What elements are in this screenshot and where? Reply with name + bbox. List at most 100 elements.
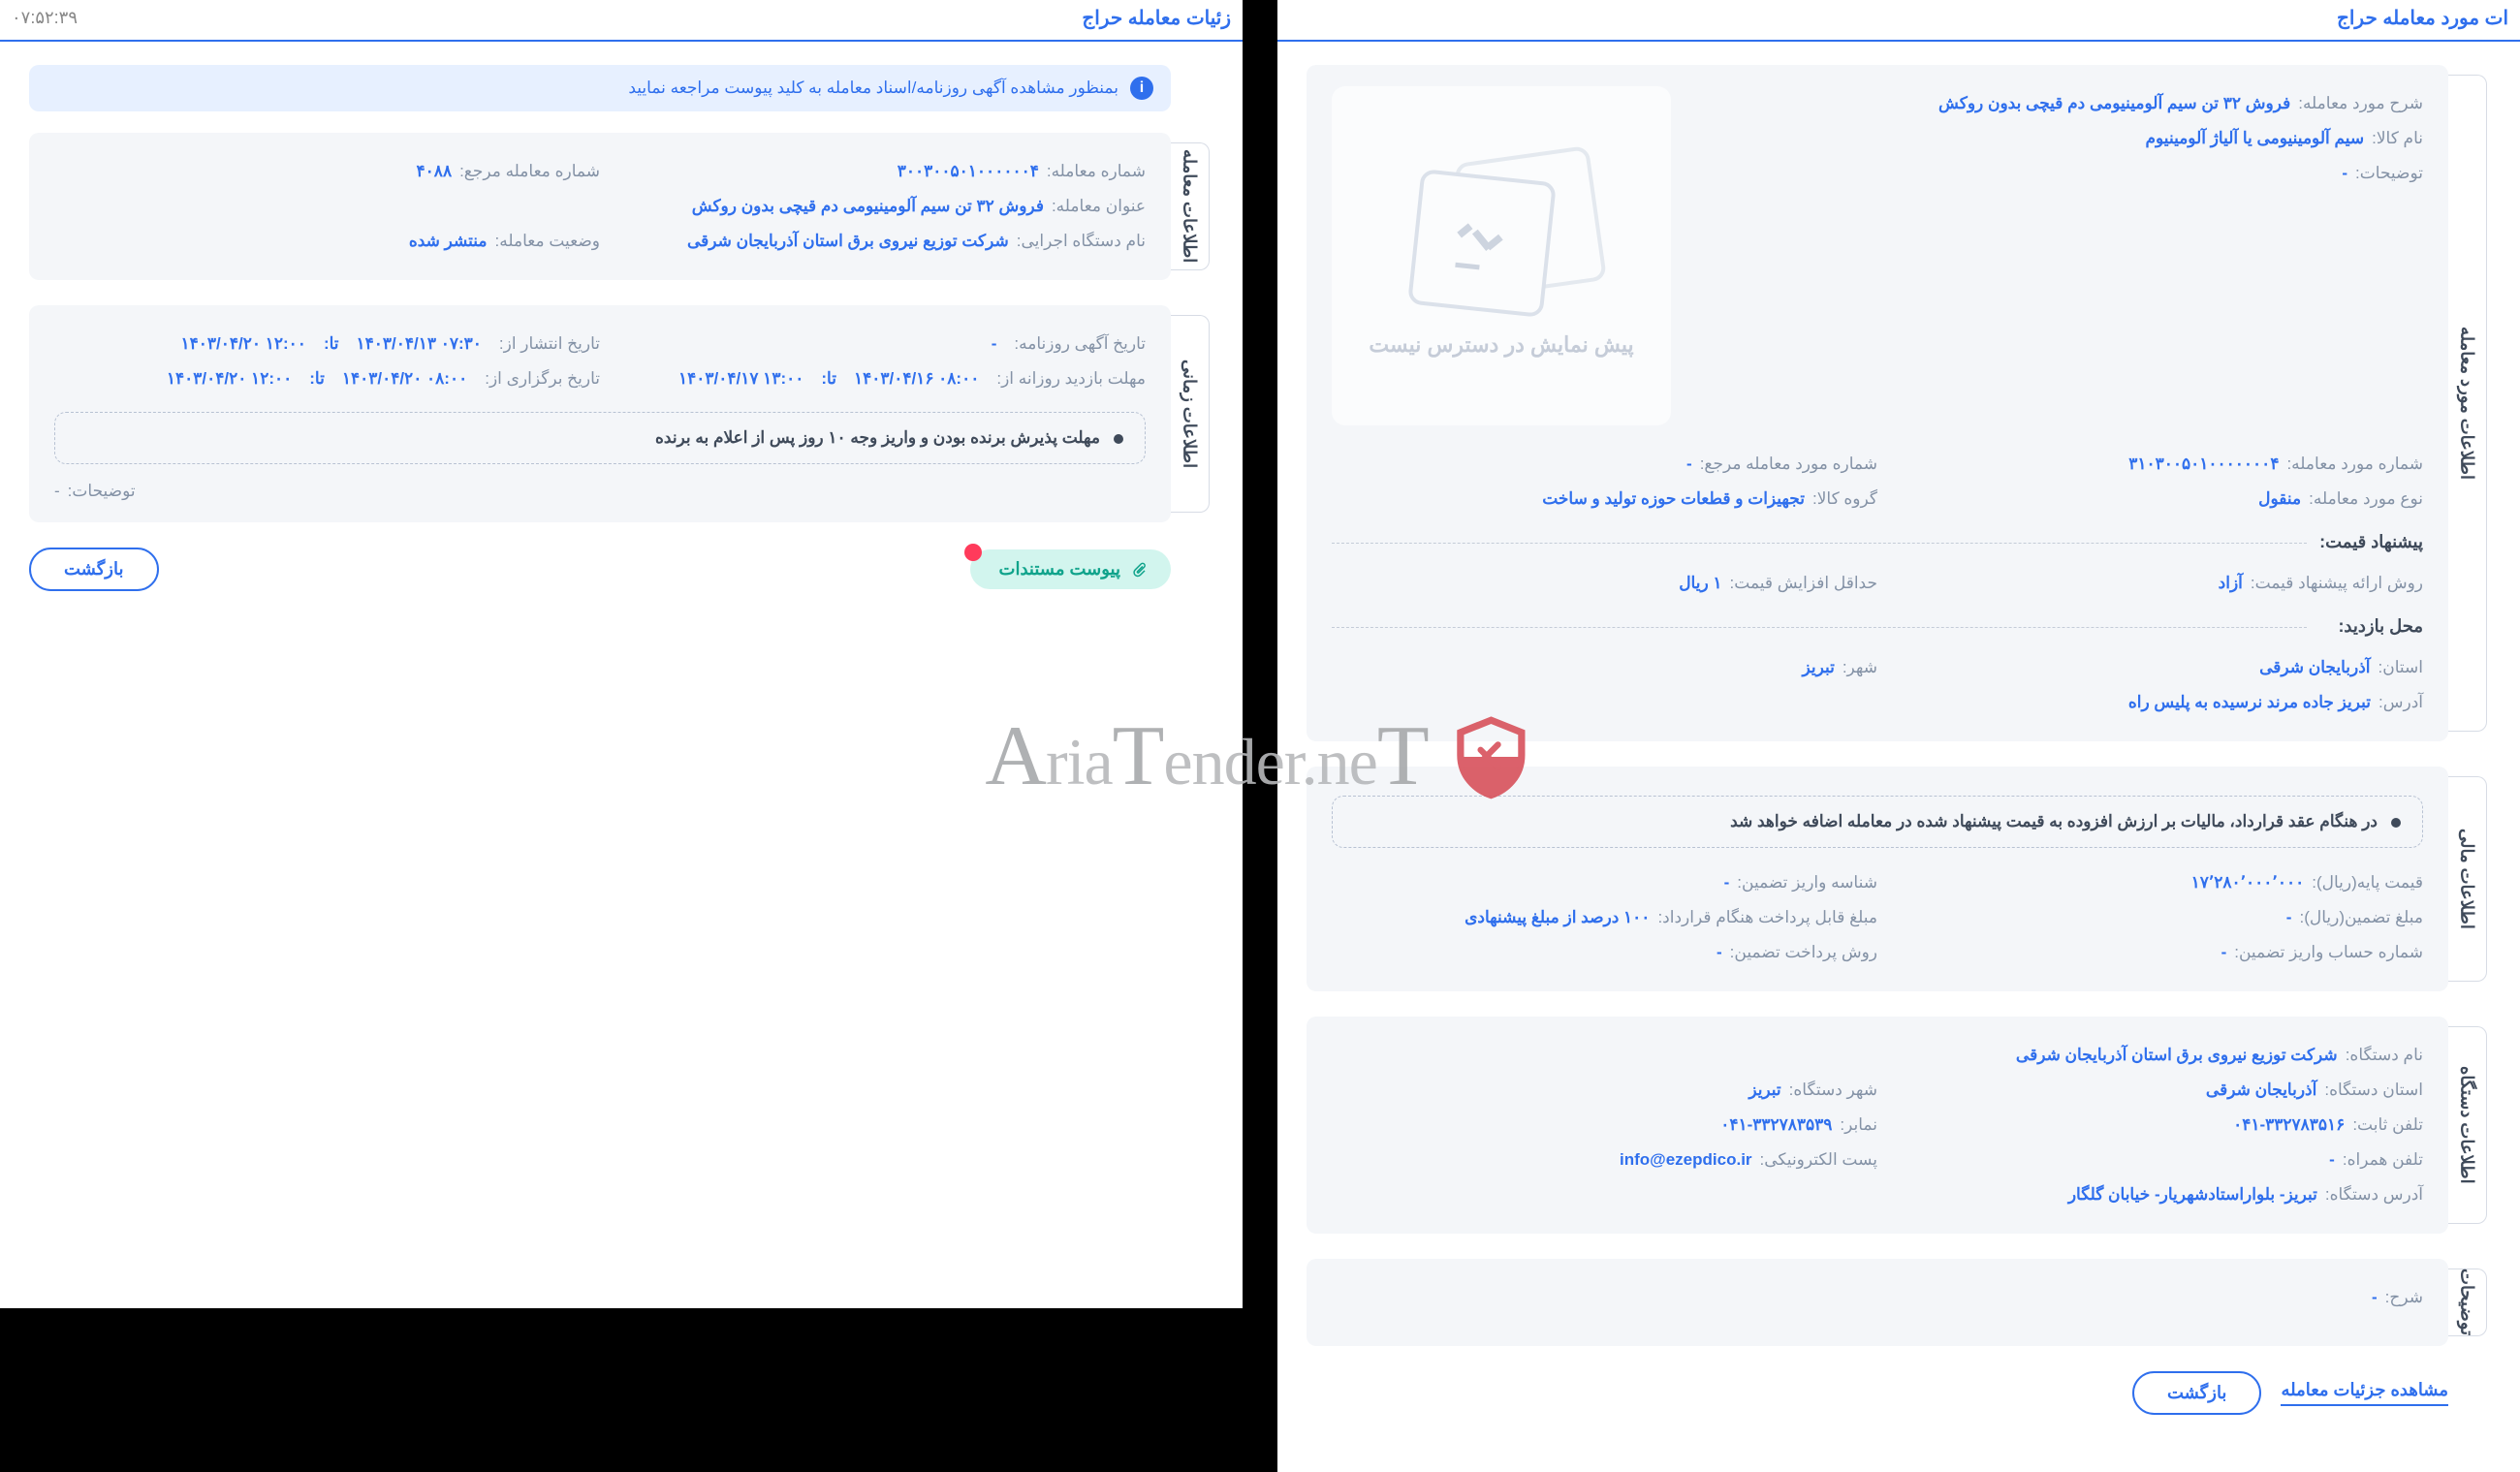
subhead-price: پیشنهاد قیمت: (1332, 532, 2423, 552)
deal-org-value: شرکت توزیع نیروی برق استان آذربایجان شرق… (687, 232, 1009, 251)
method-value: - (1717, 943, 1722, 962)
ref-no-label: شماره مورد معامله مرجع: (1700, 454, 1877, 474)
bullet-icon (2391, 818, 2401, 828)
org-email-value: info@ezepdico.ir (1620, 1150, 1752, 1170)
visit-addr-value: تبریز جاده مرند نرسیده به پلیس راه (2128, 693, 2371, 712)
pub-from: ۱۴۰۳/۰۴/۱۳ ۰۷:۳۰ (357, 334, 482, 354)
deal-status-label: وضعیت معامله: (495, 232, 600, 251)
news-label: تاریخ آگهی روزنامه: (1014, 334, 1146, 354)
time-desc-label: توضیحات: (68, 482, 136, 501)
time-desc-row: توضیحات: - (54, 482, 1146, 501)
org-province-value: آذربایجان شرقی (2206, 1081, 2316, 1100)
remarks-value: - (2372, 1288, 2378, 1307)
visit-from: ۱۴۰۳/۰۴/۱۶ ۰۸:۰۰ (854, 369, 979, 389)
name-label: نام کالا: (2372, 129, 2423, 148)
visit-province-label: استان: (2378, 658, 2423, 677)
remarks-body: شرح:- (1307, 1259, 2448, 1346)
notes-value: - (2342, 164, 2347, 183)
org-city-label: شهر دستگاه: (1789, 1081, 1877, 1100)
alert-text: بمنظور مشاهده آگهی روزنامه/اسناد معامله … (628, 78, 1118, 98)
notification-dot (964, 544, 982, 561)
base-label: قیمت پایه(ریال): (2312, 873, 2423, 893)
org-province-label: استان دستگاه: (2324, 1081, 2423, 1100)
placeholder-caption: پیش نمایش در دسترس نیست (1369, 332, 1633, 358)
bullet-icon (1114, 434, 1123, 444)
deal-status-value: منتشر شده (409, 232, 488, 251)
financial-note-text: در هنگام عقد قرارداد، مالیات بر ارزش افز… (1730, 812, 2378, 831)
watermark: AriaTender.neT (985, 707, 1534, 805)
deal-org-label: نام دستگاه اجرایی: (1017, 232, 1146, 251)
side-tab-time: اطلاعات زمانی (1171, 315, 1210, 513)
section-time: اطلاعات زمانی تاریخ آگهی روزنامه: - تاری… (29, 305, 1171, 522)
type-label: نوع مورد معامله: (2309, 489, 2423, 509)
organization-body: نام دستگاه: شرکت توزیع نیروی برق استان آذ… (1307, 1017, 2448, 1234)
back-button-right[interactable]: بازگشت (2132, 1371, 2262, 1415)
dep-label: مبلغ تضمین(ریال): (2299, 908, 2423, 927)
org-fax-label: نمابر: (1840, 1115, 1877, 1135)
acct-value: - (2221, 943, 2227, 962)
org-name-value: شرکت توزیع نیروی برق استان آذربایجان شرق… (2016, 1046, 2338, 1065)
group-value: تجهیزات و قطعات حوزه تولید و ساخت (1542, 489, 1805, 509)
pay-label: مبلغ قابل پرداخت هنگام قرارداد: (1657, 908, 1877, 927)
org-city-value: تبریز (1748, 1081, 1780, 1100)
side-tab-org: اطلاعات دستگاه (2448, 1026, 2487, 1224)
org-name-label: نام دستگاه: (2346, 1046, 2423, 1065)
group-label: گروه کالا: (1812, 489, 1877, 509)
item-no-value: ۳۱۰۳۰۰۵۰۱۰۰۰۰۰۰۰۴ (2128, 454, 2279, 474)
deal-ref-label: شماره معامله مرجع: (459, 162, 600, 181)
paperclip-icon (1130, 561, 1148, 579)
view-details-button[interactable]: مشاهده جزئیات معامله (2281, 1380, 2448, 1406)
visit-sep: تا: (821, 369, 836, 389)
time-desc-value: - (54, 482, 60, 501)
back-button-left[interactable]: بازگشت (29, 548, 159, 591)
item-info-body: شرح مورد معامله:فروش ۳۲ تن سیم آلومینیوم… (1307, 65, 2448, 741)
attachments-label: پیوست مستندات (999, 559, 1120, 579)
price-step-label: حداقل افزایش قیمت: (1730, 574, 1877, 593)
page-header-right: ات مورد معامله حراج (1277, 0, 2520, 42)
method-label: روش پرداخت تضمین: (1730, 943, 1877, 962)
remarks-label: شرح: (2385, 1288, 2423, 1307)
side-tab-remarks: توضیحات (2448, 1268, 2487, 1336)
desc-label: شرح مورد معامله: (2298, 94, 2423, 113)
depid-value: - (1724, 873, 1730, 893)
attachments-pill[interactable]: پیوست مستندات (970, 549, 1171, 589)
org-addr-value: تبریز- بلواراستادشهریار- خیابان گلگار (2068, 1185, 2317, 1205)
visit-to: ۱۴۰۳/۰۴/۱۷ ۱۳:۰۰ (678, 369, 803, 389)
price-method-label: روش ارائه پیشنهاد قیمت: (2251, 574, 2423, 593)
hold-to: ۱۴۰۳/۰۴/۲۰ ۱۲:۰۰ (167, 369, 292, 389)
org-addr-label: آدرس دستگاه: (2325, 1185, 2423, 1205)
image-placeholder: پیش نمایش در دسترس نیست (1332, 86, 1671, 425)
visit-city-label: شهر: (1843, 658, 1877, 677)
ref-no-value: - (1686, 454, 1692, 474)
pub-label: تاریخ انتشار از: (499, 334, 600, 354)
pay-value: ۱۰۰ درصد از مبلغ پیشنهادی (1465, 908, 1650, 927)
button-row-right: مشاهده جزئیات معامله بازگشت (1307, 1371, 2448, 1415)
notes-label: توضیحات: (2355, 164, 2423, 183)
side-tab-item-label: اطلاعات مورد معامله (2457, 327, 2478, 480)
org-fax-value: ۰۴۱-۳۳۲۷۸۳۵۳۹ (1720, 1115, 1832, 1135)
news-value: - (992, 334, 997, 354)
name-value: سیم آلومینیومی یا آلیاژ آلومینیوم (2146, 129, 2365, 148)
visit-time-label: مهلت بازدید روزانه از: (996, 369, 1146, 389)
alert-bar: i بمنظور مشاهده آگهی روزنامه/اسناد معامل… (29, 65, 1171, 111)
deal-no-value: ۳۰۰۳۰۰۵۰۱۰۰۰۰۰۰۴ (898, 162, 1039, 181)
watermark-text: AriaTender.neT (985, 707, 1428, 805)
subhead-visit: محل بازدید: (1332, 616, 2423, 637)
side-tab-remarks-label: توضیحات (2457, 1268, 2478, 1335)
section-item-info: اطلاعات مورد معامله شرح مورد معامله:فروش… (1307, 65, 2448, 741)
side-tab-deal: اطلاعات معامله (1171, 142, 1210, 270)
deal-ref-value: ۴۰۸۸ (417, 162, 453, 181)
page-left: زئیات معامله حراج ۰۷:۵۲:۳۹ i بمنظور مشاه… (0, 0, 1243, 1308)
pub-sep: تا: (324, 334, 339, 354)
item-no-label: شماره مورد معامله: (2286, 454, 2423, 474)
side-tab-deal-label: اطلاعات معامله (1180, 149, 1201, 263)
section-remarks: توضیحات شرح:- (1307, 1259, 2448, 1346)
time-body: تاریخ آگهی روزنامه: - تاریخ انتشار از: ۱… (29, 305, 1171, 522)
org-mobile-label: تلفن همراه: (2343, 1150, 2423, 1170)
side-tab-item: اطلاعات مورد معامله (2448, 75, 2487, 732)
pub-to: ۱۴۰۳/۰۴/۲۰ ۱۲:۰۰ (181, 334, 306, 354)
gavel-icon (1450, 211, 1514, 275)
pill-row: پیوست مستندات بازگشت (29, 548, 1171, 591)
page-header-left: زئیات معامله حراج ۰۷:۵۲:۳۹ (0, 0, 1243, 42)
visit-addr-label: آدرس: (2378, 693, 2423, 712)
